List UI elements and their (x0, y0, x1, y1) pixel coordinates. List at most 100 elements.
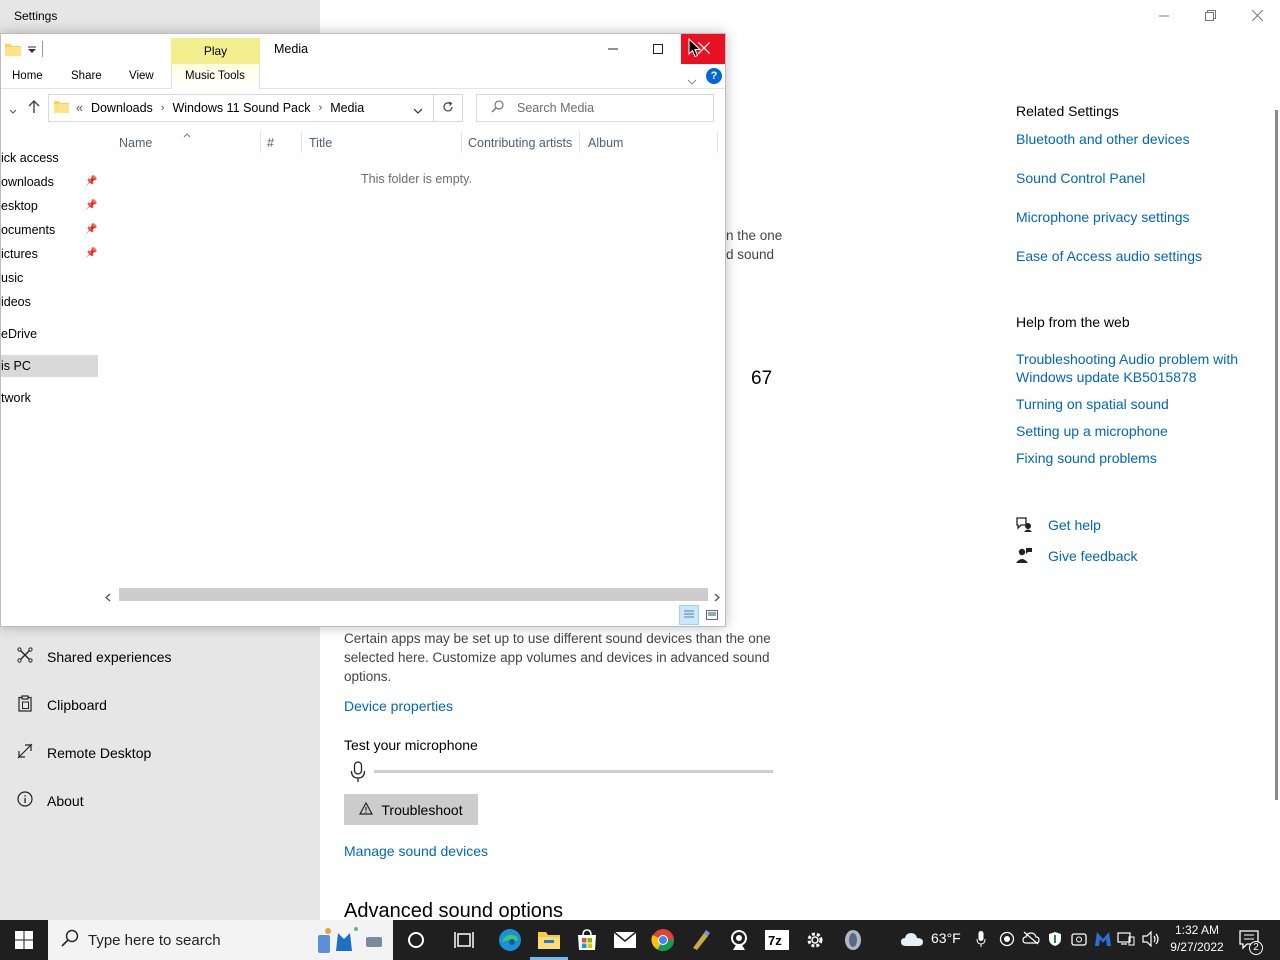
nav-item-desktop[interactable]: esktop 📌 (1, 195, 98, 217)
start-button[interactable] (0, 920, 48, 960)
security-shield-icon[interactable] (1047, 931, 1063, 950)
mail-icon[interactable] (610, 926, 640, 954)
overflow-chevron-icon[interactable]: « (76, 101, 83, 115)
column-divider[interactable] (461, 131, 462, 153)
horizontal-scrollbar[interactable] (101, 586, 725, 603)
taskbar-search-box[interactable]: Type here to search (48, 920, 393, 960)
column-header-contributing-artists[interactable]: Contributing artists (468, 136, 572, 150)
search-input[interactable]: Search Media (476, 94, 714, 122)
give-feedback-link[interactable]: Give feedback (1048, 547, 1138, 565)
sidebar-item-remote-desktop[interactable]: Remote Desktop (0, 731, 320, 775)
explorer-minimize-button[interactable] (590, 34, 635, 64)
file-explorer-taskbar-icon[interactable] (534, 926, 564, 954)
settings-minimize-button[interactable] (1141, 4, 1187, 30)
device-properties-link[interactable]: Device properties (344, 698, 453, 714)
sidebar-item-about[interactable]: About (0, 779, 320, 823)
record-tray-icon[interactable] (999, 931, 1015, 950)
svg-text:7z: 7z (768, 933, 782, 948)
manage-sound-devices-link[interactable]: Manage sound devices (344, 843, 488, 859)
breadcrumb-sound-pack[interactable]: Windows 11 Sound Pack (172, 101, 310, 115)
column-header-number[interactable]: # (267, 136, 274, 150)
expand-ribbon-icon[interactable] (687, 73, 697, 88)
column-divider[interactable] (579, 131, 580, 153)
scrollbar-thumb[interactable] (119, 588, 708, 601)
nav-item-downloads[interactable]: ownloads 📌 (1, 171, 98, 193)
nav-item-this-pc[interactable]: is PC (1, 355, 98, 377)
pin-icon: 📌 (85, 224, 98, 235)
webcam-app-icon[interactable] (724, 926, 754, 954)
nav-item-onedrive[interactable]: eDrive (1, 323, 98, 345)
microphone-privacy-link[interactable]: Microphone privacy settings (1016, 208, 1190, 226)
scroll-left-icon[interactable] (105, 590, 111, 605)
7zip-icon[interactable]: 7z (762, 926, 792, 954)
shield-app-icon[interactable] (838, 926, 868, 954)
column-divider[interactable] (301, 131, 302, 153)
nav-item-network[interactable]: twork (1, 387, 98, 409)
onedrive-offline-icon[interactable] (1022, 931, 1040, 948)
remote-desktop-icon (0, 743, 47, 763)
troubleshoot-button[interactable]: Troubleshoot (344, 794, 478, 825)
tab-music-tools[interactable]: Music Tools (185, 70, 245, 82)
cloud-weather-icon[interactable] (900, 931, 924, 950)
nav-item-videos[interactable]: ideos (1, 291, 98, 313)
column-header-title[interactable]: Title (309, 136, 332, 150)
sound-control-panel-link[interactable]: Sound Control Panel (1016, 169, 1145, 187)
get-help-icon (1015, 516, 1033, 535)
tab-home[interactable]: Home (12, 70, 43, 82)
breadcrumb-media[interactable]: Media (330, 101, 364, 115)
nav-item-music[interactable]: usic (1, 267, 98, 289)
weather-temperature[interactable]: 63°F (931, 930, 961, 946)
get-help-link[interactable]: Get help (1048, 516, 1101, 534)
ease-of-access-audio-link[interactable]: Ease of Access audio settings (1016, 247, 1202, 265)
microphone-tray-icon[interactable] (976, 931, 986, 950)
taskbar-clock[interactable]: 1:32 AM 9/27/2022 (1163, 922, 1231, 958)
column-divider[interactable] (717, 131, 718, 153)
tab-view[interactable]: View (129, 70, 154, 82)
large-icons-view-icon[interactable] (702, 605, 722, 625)
edge-browser-icon[interactable] (495, 926, 525, 954)
column-header-album[interactable]: Album (588, 136, 623, 150)
chrome-icon[interactable] (648, 926, 678, 954)
microsoft-store-icon[interactable] (572, 926, 602, 954)
malwarebytes-icon[interactable] (1094, 931, 1112, 950)
troubleshooting-audio-link[interactable]: Troubleshooting Audio problem with Windo… (1016, 350, 1256, 386)
pin-icon: 📌 (85, 176, 98, 187)
column-header-name[interactable]: Name (119, 136, 152, 150)
refresh-button[interactable] (433, 94, 463, 122)
tab-share[interactable]: Share (71, 70, 102, 82)
nav-item-pictures[interactable]: ictures 📌 (1, 243, 98, 265)
volume-icon[interactable] (1142, 930, 1160, 950)
explorer-maximize-button[interactable] (635, 34, 680, 64)
settings-scrollbar[interactable] (1275, 110, 1278, 800)
spatial-sound-link[interactable]: Turning on spatial sound (1016, 395, 1169, 413)
column-divider[interactable] (260, 131, 261, 153)
address-bar[interactable]: « Downloads › Windows 11 Sound Pack › Me… (48, 94, 434, 122)
details-view-icon[interactable] (679, 605, 699, 625)
settings-gear-icon[interactable] (800, 926, 830, 954)
breadcrumb-separator-icon[interactable]: › (319, 102, 323, 114)
setting-up-microphone-link[interactable]: Setting up a microphone (1016, 422, 1168, 440)
quick-access-toolbar-dropdown-icon[interactable] (27, 43, 37, 58)
settings-restore-button[interactable] (1187, 4, 1233, 30)
nav-item-quick-access[interactable]: ick access (1, 147, 98, 169)
pen-tool-icon[interactable] (686, 926, 716, 954)
bluetooth-devices-link[interactable]: Bluetooth and other devices (1016, 130, 1190, 148)
breadcrumb-downloads[interactable]: Downloads (91, 101, 153, 115)
sidebar-item-shared-experiences[interactable]: Shared experiences (0, 635, 320, 679)
nav-item-documents[interactable]: ocuments 📌 (1, 219, 98, 241)
meet-now-icon[interactable] (1071, 931, 1087, 950)
breadcrumb-separator-icon[interactable]: › (161, 102, 165, 114)
settings-close-button[interactable] (1234, 4, 1280, 30)
help-icon[interactable]: ? (706, 68, 722, 84)
recent-locations-chevron-icon[interactable] (9, 103, 17, 118)
up-arrow-icon[interactable] (28, 100, 40, 117)
address-dropdown-icon[interactable] (413, 104, 423, 118)
play-contextual-tab[interactable]: Play (171, 38, 260, 64)
network-icon[interactable] (1117, 931, 1135, 950)
scroll-right-icon[interactable] (714, 590, 720, 605)
fixing-sound-problems-link[interactable]: Fixing sound problems (1016, 449, 1157, 467)
cortana-icon[interactable] (401, 926, 431, 954)
task-view-icon[interactable] (449, 926, 479, 954)
sidebar-item-clipboard[interactable]: Clipboard (0, 683, 320, 727)
explorer-ribbon: Home Share View Music Tools (1, 64, 725, 89)
